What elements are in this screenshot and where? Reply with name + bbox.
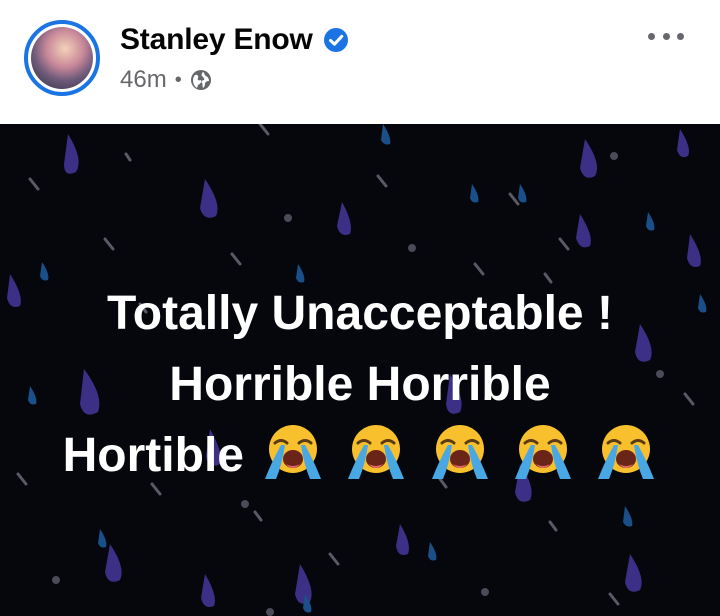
- post-header: Stanley Enow 46m •: [0, 0, 720, 124]
- more-options-button[interactable]: [648, 24, 684, 48]
- author-name[interactable]: Stanley Enow: [120, 23, 313, 57]
- more-dot-icon: [662, 32, 670, 40]
- more-dot-icon: [677, 32, 684, 40]
- emoji-row: [262, 420, 657, 491]
- post-line-3: Hortible: [0, 420, 720, 491]
- more-dot-icon: [648, 32, 655, 40]
- post-line-3-text: Hortible: [62, 429, 244, 482]
- post-text: Totally Unacceptable ! Horrible Horrible…: [0, 278, 720, 491]
- avatar-photo: [31, 27, 93, 89]
- loudly-crying-face-icon: [515, 425, 572, 479]
- author-row: Stanley Enow: [120, 20, 349, 60]
- loudly-crying-face-icon: [431, 425, 488, 479]
- verified-badge-icon: [323, 28, 348, 52]
- post-time[interactable]: 46m: [120, 66, 167, 94]
- meta-separator: •: [174, 68, 182, 91]
- globe-icon[interactable]: [190, 69, 212, 91]
- author-avatar[interactable]: [24, 20, 100, 96]
- loudly-crying-face-icon: [598, 425, 655, 479]
- loudly-crying-face-icon: [348, 425, 405, 479]
- loudly-crying-face-icon: [264, 425, 321, 479]
- post-content[interactable]: Totally Unacceptable ! Horrible Horrible…: [0, 124, 720, 616]
- post-meta: 46m •: [120, 64, 212, 96]
- facebook-post: Stanley Enow 46m • Totally Unacceptable …: [0, 0, 720, 616]
- post-line-2: Horrible Horrible: [169, 358, 551, 411]
- post-line-1: Totally Unacceptable !: [107, 287, 613, 340]
